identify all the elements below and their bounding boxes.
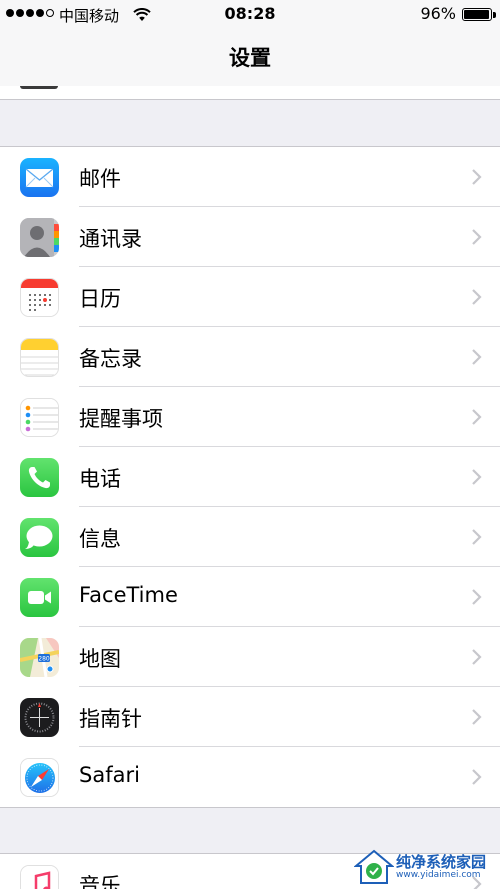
mail-icon — [20, 158, 59, 197]
settings-item-label: 邮件 — [79, 167, 121, 191]
settings-item-compass[interactable]: 指南针 — [0, 687, 500, 747]
page-title: 设置 — [229, 46, 271, 70]
navigation-bar: 设置 — [0, 30, 500, 87]
notes-icon — [20, 338, 59, 377]
site-watermark: 纯净系统家园 www.yidaimei.com — [353, 849, 494, 885]
chevron-right-icon — [472, 169, 482, 185]
settings-item-mail[interactable]: 邮件 — [0, 147, 500, 207]
settings-item-messages[interactable]: 信息 — [0, 507, 500, 567]
settings-item-phone[interactable]: 电话 — [0, 447, 500, 507]
chevron-right-icon — [472, 649, 482, 665]
settings-item-facetime[interactable]: FaceTime — [0, 567, 500, 627]
settings-item-contacts[interactable]: 通讯录 — [0, 207, 500, 267]
settings-item-label: Safari — [79, 763, 140, 787]
settings-item-safari[interactable]: Safari — [0, 747, 500, 807]
calendar-icon — [20, 278, 59, 317]
music-icon — [20, 865, 59, 889]
settings-item-calendar[interactable]: 日历 — [0, 267, 500, 327]
safari-icon — [20, 758, 59, 797]
settings-screen: 中国移动 08:28 96% 设置 邮件 通讯录 日历 备忘录 提醒事项 电话 … — [0, 0, 500, 889]
settings-item-notes[interactable]: 备忘录 — [0, 327, 500, 387]
compass-icon — [20, 698, 59, 737]
settings-item-label: FaceTime — [79, 583, 178, 607]
settings-item-label: 地图 — [79, 647, 121, 671]
chevron-right-icon — [472, 769, 482, 785]
svg-text:280: 280 — [38, 656, 50, 663]
settings-group-apps: 邮件 通讯录 日历 备忘录 提醒事项 电话 信息 FaceTime 280 地图… — [0, 146, 500, 808]
chevron-right-icon — [472, 709, 482, 725]
contacts-icon — [20, 218, 59, 257]
facetime-icon — [20, 578, 59, 617]
settings-item-label: 通讯录 — [79, 227, 142, 251]
watermark-url: www.yidaimei.com — [396, 870, 481, 880]
settings-item-label: 信息 — [79, 527, 121, 551]
chevron-right-icon — [472, 349, 482, 365]
chevron-right-icon — [472, 289, 482, 305]
previous-group-edge — [0, 86, 500, 100]
settings-item-maps[interactable]: 280 地图 — [0, 627, 500, 687]
settings-item-label: 指南针 — [79, 707, 142, 731]
watermark-text: 纯净系统家园 — [396, 853, 487, 871]
settings-item-label: 备忘录 — [79, 347, 142, 371]
messages-icon — [20, 518, 59, 557]
maps-icon: 280 — [20, 638, 59, 677]
chevron-right-icon — [472, 229, 482, 245]
settings-item-label: 音乐 — [79, 874, 121, 889]
settings-item-label: 日历 — [79, 287, 121, 311]
settings-item-reminders[interactable]: 提醒事项 — [0, 387, 500, 447]
battery-percent: 96% — [420, 4, 456, 23]
chevron-right-icon — [472, 469, 482, 485]
reminders-icon — [20, 398, 59, 437]
battery-cap — [493, 12, 496, 18]
chevron-right-icon — [472, 529, 482, 545]
settings-item-label: 电话 — [79, 467, 121, 491]
chevron-right-icon — [472, 409, 482, 425]
status-bar: 中国移动 08:28 96% — [0, 0, 500, 30]
chevron-right-icon — [472, 589, 482, 605]
battery-icon — [462, 8, 492, 21]
settings-item-label: 提醒事项 — [79, 407, 163, 431]
partial-icon — [20, 86, 58, 89]
phone-icon — [20, 458, 59, 497]
watermark-logo-icon — [353, 849, 395, 884]
